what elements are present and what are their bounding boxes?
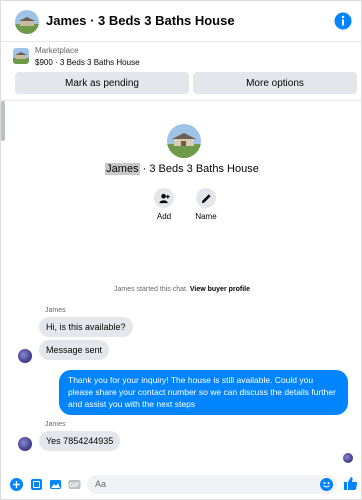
add-person-icon	[154, 188, 174, 208]
chat-header: James · 3 Beds 3 Baths House	[1, 1, 361, 42]
sticker-icon[interactable]	[30, 478, 43, 491]
info-icon[interactable]	[334, 12, 352, 30]
thumbs-up-icon[interactable]	[343, 476, 358, 491]
more-options-button[interactable]: More options	[193, 72, 357, 94]
sender-avatar[interactable]	[18, 437, 32, 451]
pencil-icon	[196, 188, 216, 208]
gif-icon[interactable]: GIF	[68, 478, 81, 491]
profile-name-highlight: James	[105, 163, 140, 175]
plus-icon[interactable]	[10, 478, 23, 491]
chat-started-notice: James started this chat. View buyer prof…	[1, 286, 361, 293]
profile-name-rest: · 3 Beds 3 Baths House	[139, 163, 259, 175]
message-input-placeholder: Aa	[95, 479, 107, 489]
listing-thumbnail[interactable]	[13, 48, 29, 64]
scrollbar[interactable]	[1, 101, 5, 141]
profile-name: James · 3 Beds 3 Baths House	[1, 163, 361, 175]
outgoing-message[interactable]: Thank you for your inquiry! The house is…	[59, 370, 348, 415]
message-sender: James	[45, 421, 66, 428]
chat-title[interactable]: James · 3 Beds 3 Baths House	[46, 13, 235, 28]
house-thumbnail[interactable]	[15, 10, 39, 34]
emoji-icon[interactable]	[320, 478, 333, 491]
chat-started-text: James started this chat.	[113, 286, 188, 293]
photo-icon[interactable]	[49, 478, 62, 491]
listing-price-title[interactable]: $900 · 3 Beds 3 Baths House	[35, 58, 140, 67]
incoming-message[interactable]: Hi, is this available?	[39, 317, 133, 337]
read-receipt-avatar	[343, 453, 353, 463]
add-action[interactable]: Add	[144, 188, 184, 221]
view-buyer-profile-link[interactable]: View buyer profile	[190, 286, 250, 293]
incoming-message[interactable]: Message sent	[39, 340, 110, 360]
name-action[interactable]: Name	[186, 188, 226, 221]
message-input[interactable]: Aa	[87, 475, 337, 494]
message-sender: James	[45, 307, 66, 314]
chat-window: James · 3 Beds 3 Baths House Marketplace…	[0, 0, 362, 500]
svg-text:GIF: GIF	[70, 483, 80, 489]
add-label: Add	[156, 212, 172, 221]
sender-avatar[interactable]	[18, 349, 32, 363]
profile-house-image	[167, 124, 201, 158]
name-label: Name	[195, 212, 217, 221]
message-composer: GIF Aa	[1, 471, 361, 499]
listing-bar: Marketplace $900 · 3 Beds 3 Baths House …	[1, 42, 361, 101]
incoming-message[interactable]: Yes 7854244935	[39, 431, 121, 451]
listing-source: Marketplace	[35, 46, 79, 55]
mark-as-pending-button[interactable]: Mark as pending	[15, 72, 189, 94]
